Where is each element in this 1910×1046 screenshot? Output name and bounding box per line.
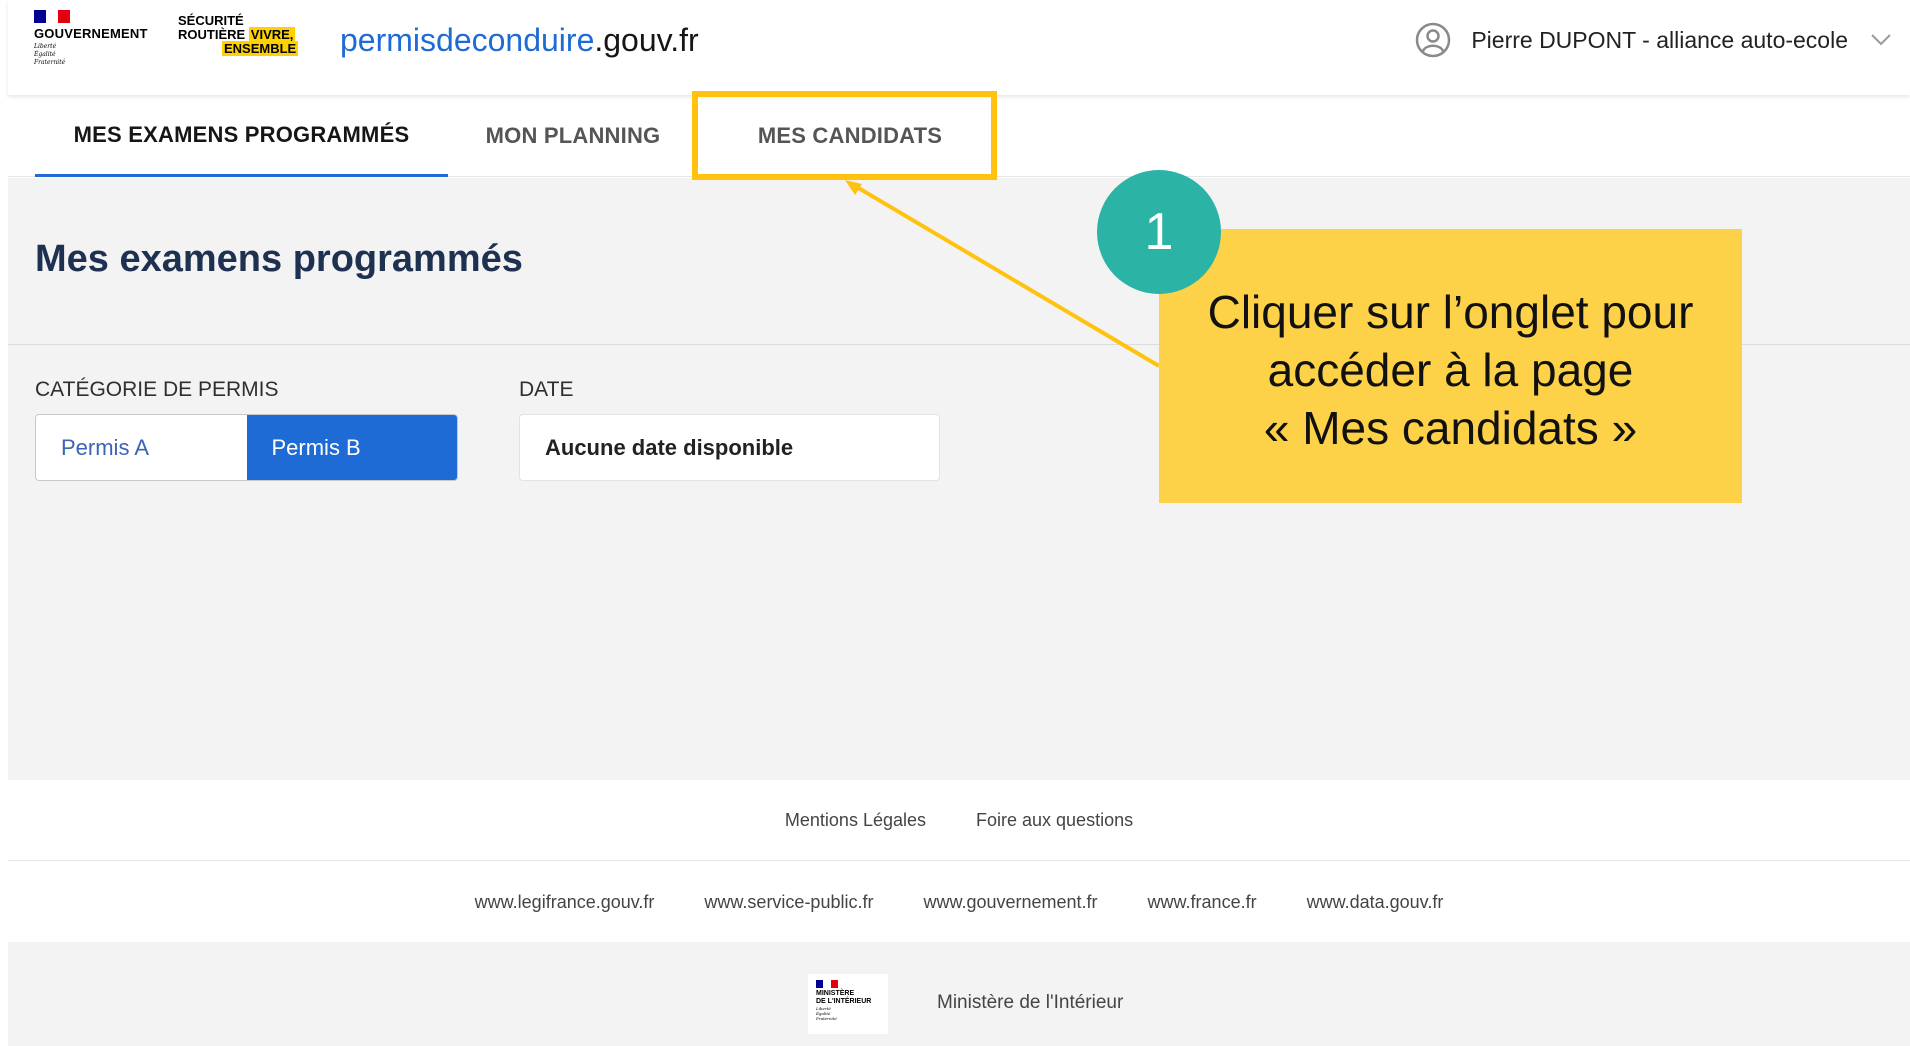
tab-mon-planning[interactable]: MON PLANNING [448, 95, 698, 177]
government-logo-text: GOUVERNEMENT [34, 26, 148, 41]
permis-a-option[interactable]: Permis A [36, 415, 247, 480]
motto-line: Fraternité [816, 1016, 837, 1021]
instruction-text: Cliquer sur l’onglet pour accéder à la p… [1208, 275, 1694, 457]
app-root: GOUVERNEMENT Liberté Égalité Fraternité … [0, 0, 1910, 1046]
footer-site-legifrance[interactable]: www.legifrance.gouv.fr [475, 892, 655, 913]
sr-logo-line2-text: ROUTIÈRE [178, 27, 246, 42]
site-title[interactable]: permisdeconduire.gouv.fr [340, 22, 699, 59]
ministry-name: Ministère de l'Intérieur [937, 992, 1124, 1013]
instruction-line: « Mes candidats » [1263, 402, 1638, 454]
government-motto: Liberté Égalité Fraternité [34, 43, 154, 67]
date-select[interactable]: Aucune date disponible [519, 414, 940, 481]
securite-routiere-logo: SÉCURITÉ ROUTIÈRE VIVRE, ENSEMBLE [178, 14, 308, 64]
motto-line: Liberté [34, 43, 57, 50]
category-label: CATÉGORIE DE PERMIS [35, 378, 279, 401]
category-selector: Permis A Permis B [35, 414, 458, 481]
footer-links: Mentions Légales Foire aux questions [8, 780, 1910, 861]
site-title-main: permisdeconduire [340, 22, 595, 58]
sr-logo-highlight: ENSEMBLE [222, 41, 299, 56]
ministry-logo-text: MINISTÈRE DE L'INTÉRIEUR [816, 990, 880, 1006]
sr-logo-line1: SÉCURITÉ [178, 13, 244, 28]
footer-link-mentions-legales[interactable]: Mentions Légales [785, 810, 926, 831]
sr-logo-highlight: VIVRE, [248, 27, 296, 42]
footer-sites: www.legifrance.gouv.fr www.service-publi… [8, 862, 1910, 942]
ministry-logo-line: DE L'INTÉRIEUR [816, 998, 872, 1005]
footer-bottom: MINISTÈRE DE L'INTÉRIEUR Liberté Égalité… [8, 942, 1910, 1046]
french-flag-icon [34, 10, 70, 23]
site-title-suffix: .gouv.fr [594, 22, 699, 58]
user-name: Pierre DUPONT - alliance auto-ecole [1471, 26, 1848, 53]
step-number-badge: 1 [1097, 170, 1221, 294]
instruction-line: accéder à la page [1267, 344, 1634, 396]
permis-b-option[interactable]: Permis B [246, 415, 457, 480]
footer-site-gouvernement[interactable]: www.gouvernement.fr [923, 892, 1097, 913]
ministry-logo-line: MINISTÈRE [816, 990, 855, 997]
footer-link-faq[interactable]: Foire aux questions [976, 810, 1133, 831]
ministry-logo[interactable]: MINISTÈRE DE L'INTÉRIEUR Liberté Égalité… [808, 974, 888, 1034]
user-menu[interactable]: Pierre DUPONT - alliance auto-ecole [1415, 20, 1892, 60]
motto-line: Fraternité [34, 59, 66, 66]
footer-site-france[interactable]: www.france.fr [1148, 892, 1257, 913]
chevron-down-icon[interactable] [1870, 33, 1892, 47]
page-title: Mes examens programmés [35, 238, 523, 280]
sr-logo-line3: ENSEMBLE [178, 41, 308, 56]
footer-site-data-gouv[interactable]: www.data.gouv.fr [1307, 892, 1444, 913]
instruction-line: Cliquer sur l’onglet pour [1207, 286, 1694, 338]
tab-mes-examens-programmes[interactable]: MES EXAMENS PROGRAMMÉS [35, 95, 448, 177]
instruction-callout: Cliquer sur l’onglet pour accéder à la p… [1159, 229, 1742, 503]
sr-logo-line2: ROUTIÈRE VIVRE, [178, 27, 308, 42]
government-logo[interactable]: GOUVERNEMENT Liberté Égalité Fraternité [34, 10, 154, 72]
ministry-motto: Liberté Égalité Fraternité [816, 1006, 880, 1021]
date-label: DATE [519, 378, 574, 401]
site-header: GOUVERNEMENT Liberté Égalité Fraternité … [8, 0, 1910, 95]
footer-site-service-public[interactable]: www.service-public.fr [704, 892, 873, 913]
french-flag-icon [816, 980, 838, 988]
motto-line: Égalité [34, 51, 56, 58]
tab-highlight-box [692, 91, 997, 180]
user-circle-icon [1416, 22, 1451, 58]
